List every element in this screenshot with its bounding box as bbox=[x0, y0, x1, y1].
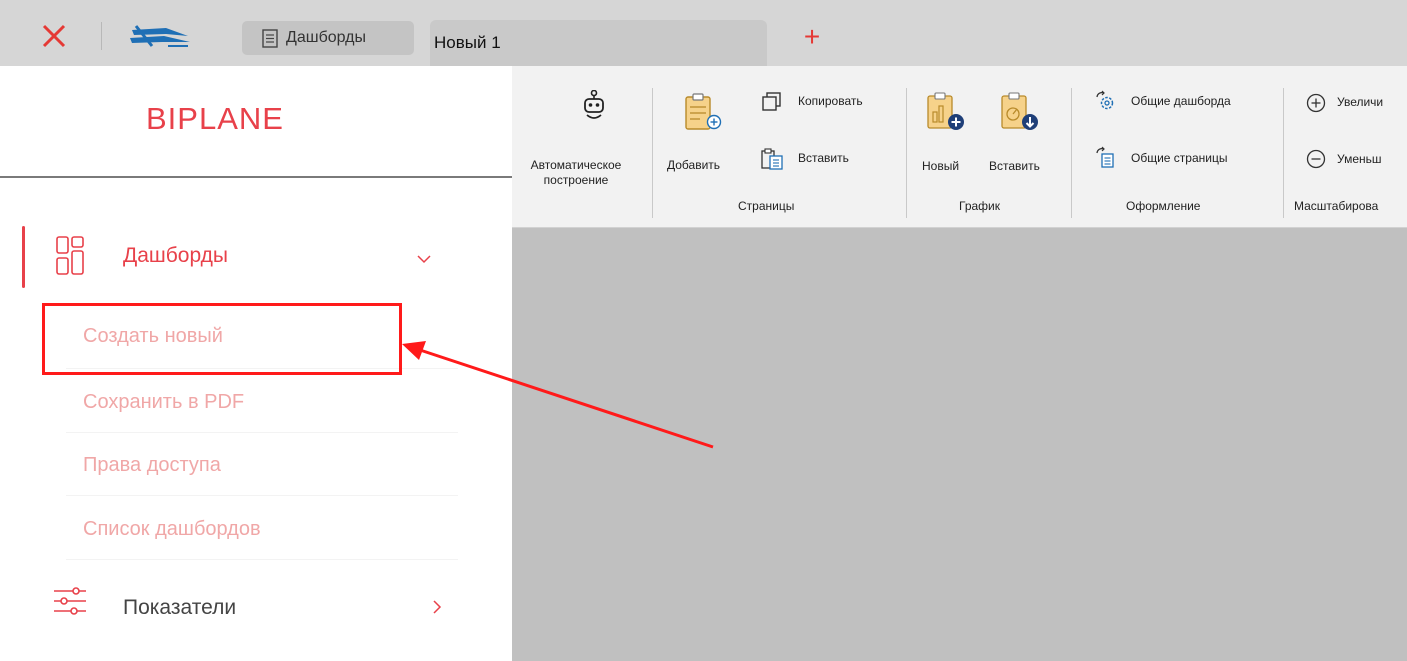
annotation-arrow bbox=[402, 341, 714, 449]
